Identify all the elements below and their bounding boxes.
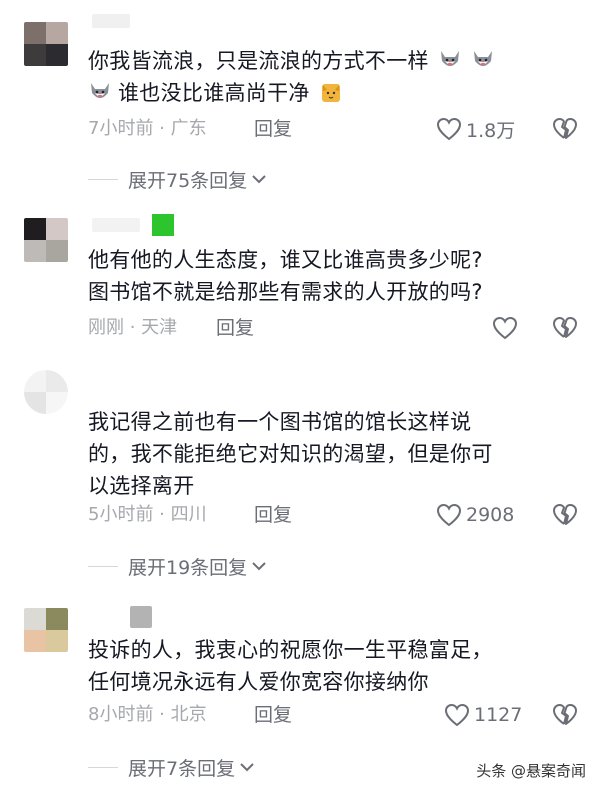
comment-text: 我记得之前也有一个图书馆的馆长这样说 的，我不能拒绝它对知识的渴望，但是你可 以… <box>88 406 578 502</box>
chevron-down-icon <box>252 175 266 184</box>
reply-button[interactable]: 回复 <box>216 313 254 343</box>
avatar[interactable] <box>24 218 68 262</box>
expand-replies-label: 展开75条回复 <box>128 169 248 192</box>
comment-text-line: 投诉的人，我衷心的祝愿你一生平稳富足， <box>88 638 493 662</box>
like-button[interactable]: 1.8万 <box>436 114 515 144</box>
heart-icon <box>444 703 470 727</box>
comment-text-line: 以选择离开 <box>88 474 195 498</box>
avatar[interactable] <box>24 22 68 66</box>
expand-replies-button[interactable]: 展开7条回复 <box>88 752 255 782</box>
comment-text-line: 的，我不能拒绝它对知识的渴望，但是你可 <box>88 442 493 466</box>
like-button[interactable]: 1127 <box>444 700 522 730</box>
divider <box>88 565 118 567</box>
expand-replies-button[interactable]: 展开19条回复 <box>88 551 267 581</box>
username[interactable] <box>92 218 140 232</box>
chevron-down-icon <box>252 562 266 571</box>
cat-emoji-icon <box>321 84 340 102</box>
husky-emoji-icon <box>473 51 492 66</box>
heart-icon <box>436 117 462 141</box>
chevron-down-icon <box>240 763 254 772</box>
broken-heart-icon[interactable] <box>552 502 578 528</box>
like-count: 1127 <box>474 704 523 726</box>
reply-button[interactable]: 回复 <box>254 700 292 730</box>
reply-button[interactable]: 回复 <box>254 500 292 530</box>
divider <box>88 178 118 180</box>
avatar[interactable] <box>24 608 68 652</box>
username[interactable] <box>92 14 130 28</box>
comment-text-line: 他有他的人生态度，谁又比谁高贵多少呢? <box>88 248 483 272</box>
comment-text-line: 我记得之前也有一个图书馆的馆长这样说 <box>88 410 472 434</box>
comment-meta: 刚刚 · 天津 <box>88 317 178 338</box>
expand-replies-button[interactable]: 展开75条回复 <box>88 164 267 194</box>
comment-text: 他有他的人生态度，谁又比谁高贵多少呢? 图书馆不就是给那些有需求的人开放的吗? <box>88 244 578 308</box>
like-button[interactable] <box>492 313 522 343</box>
broken-heart-icon[interactable] <box>552 315 578 341</box>
like-button[interactable]: 2908 <box>436 500 514 530</box>
comment-text: 投诉的人，我衷心的祝愿你一生平稳富足， 任何境况永远有人爱你宽容你接纳你 <box>88 634 578 698</box>
divider <box>88 766 118 768</box>
expand-replies-label: 展开19条回复 <box>128 556 248 579</box>
like-count: 1.8万 <box>466 119 516 142</box>
broken-heart-icon[interactable] <box>552 702 578 728</box>
comment-meta: 5小时前 · 四川 <box>88 504 207 525</box>
broken-heart-icon[interactable] <box>552 116 578 142</box>
comment-text-line: 任何境况永远有人爱你宽容你接纳你 <box>88 670 429 694</box>
reply-button[interactable]: 回复 <box>254 114 292 144</box>
like-count: 2908 <box>466 504 515 526</box>
comment-text-line: 谁也没比谁高尚干净 <box>118 81 310 105</box>
green-badge <box>152 214 174 236</box>
avatar[interactable] <box>24 370 68 414</box>
comment-meta: 8小时前 · 北京 <box>88 704 207 725</box>
comment-meta: 7小时前 · 广东 <box>88 118 207 139</box>
comment-text-line: 你我皆流浪，只是流浪的方式不一样 <box>88 49 429 73</box>
heart-icon <box>436 503 462 527</box>
comment-text-line: 图书馆不就是给那些有需求的人开放的吗? <box>88 280 483 304</box>
username[interactable] <box>130 606 152 628</box>
husky-emoji-icon <box>91 83 109 98</box>
husky-emoji-icon <box>440 51 459 66</box>
expand-replies-label: 展开7条回复 <box>128 757 236 780</box>
heart-icon <box>492 316 518 340</box>
comment-text: 你我皆流浪，只是流浪的方式不一样 谁也没比谁高尚干净 <box>88 45 578 109</box>
watermark: 头条 @悬案奇闻 <box>476 762 586 780</box>
